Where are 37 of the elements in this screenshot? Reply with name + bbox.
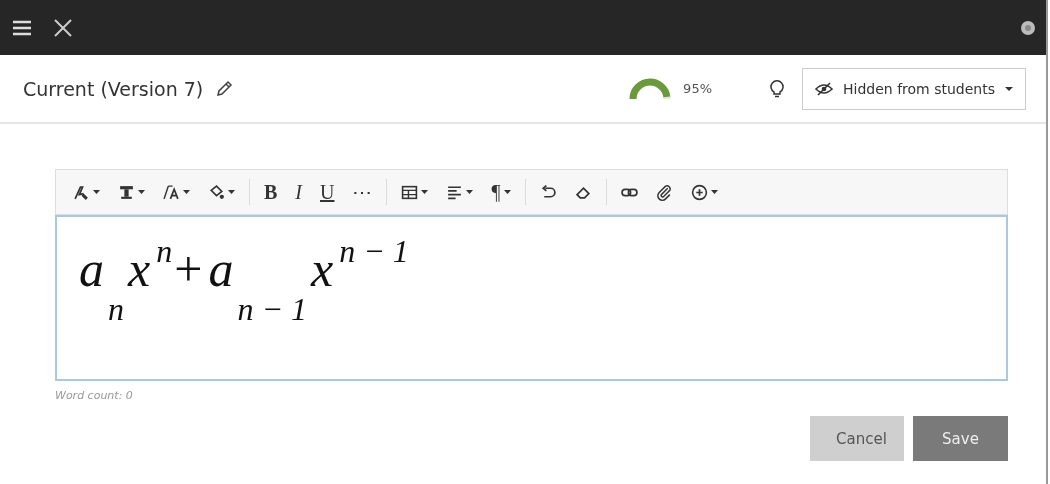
pencil-icon[interactable]: [215, 79, 234, 98]
toolbar-button[interactable]: U: [313, 179, 342, 205]
undo-icon: [539, 183, 557, 201]
math-superscript: n: [156, 233, 173, 270]
close-icon[interactable]: [54, 18, 72, 37]
math-variable: a: [79, 240, 104, 299]
math-superscript: n − 1: [339, 233, 409, 270]
paragraph-style-icon: [118, 183, 135, 201]
table-icon: [401, 183, 419, 201]
pen-icon: [73, 183, 90, 201]
font-size-icon: [163, 183, 180, 201]
toolbar-button[interactable]: B: [257, 179, 285, 205]
math-subscript: n: [108, 291, 124, 328]
math-operator: +: [174, 240, 203, 299]
plus-circle-icon: [690, 183, 708, 201]
lightbulb-icon[interactable]: [770, 79, 784, 98]
math-subscript: n − 1: [237, 291, 307, 328]
toolbar-button[interactable]: ⋯: [345, 179, 380, 205]
menu-icon[interactable]: [12, 19, 32, 36]
toolbar-button[interactable]: I: [288, 179, 309, 205]
paperclip-icon: [655, 183, 673, 201]
math-variable: a: [208, 240, 234, 299]
align-left-icon: [446, 183, 464, 201]
eye-slash-icon: [815, 81, 833, 96]
settings-icon[interactable]: [1020, 19, 1036, 36]
visibility-dropdown[interactable]: Hidden from students: [802, 67, 1026, 110]
paint-bucket-icon: [208, 183, 225, 201]
score-gauge: [629, 76, 672, 101]
save-button[interactable]: Save: [913, 416, 1008, 461]
score-reading: 95%: [683, 81, 712, 96]
word-count: Word count: 0: [55, 389, 134, 402]
toolbar-button[interactable]: ¶: [484, 179, 518, 205]
version-title: Current (Version 7): [23, 77, 204, 100]
math-variable: x: [311, 240, 334, 299]
caret-icon: [1005, 86, 1013, 91]
cancel-button[interactable]: Cancel: [810, 416, 904, 461]
math-variable: x: [128, 240, 151, 299]
